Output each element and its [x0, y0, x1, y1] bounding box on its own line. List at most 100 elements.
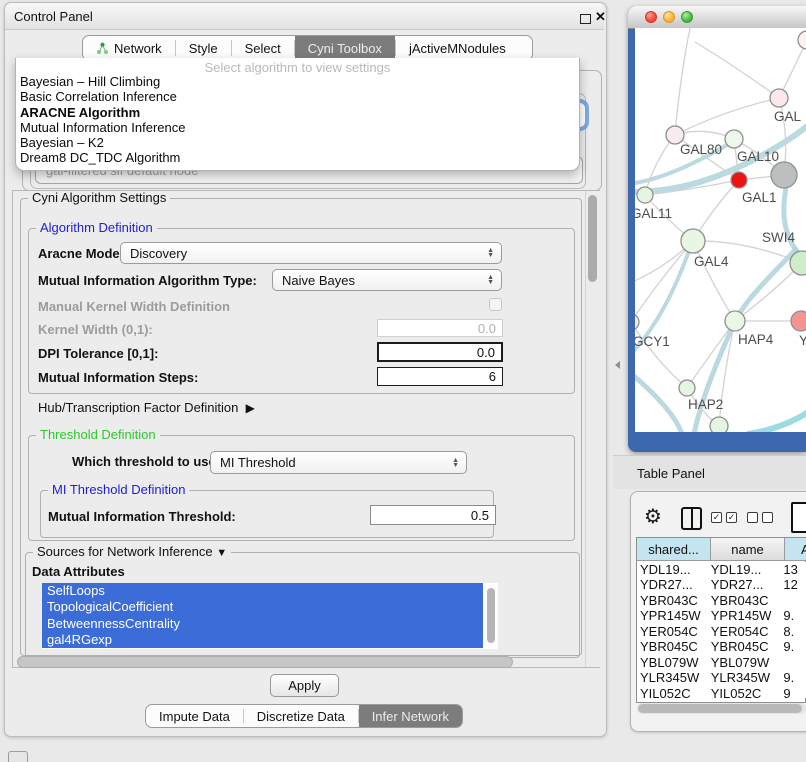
- table-row[interactable]: YBR045CYBR045C9.: [637, 639, 806, 654]
- manual-kernel-checkbox[interactable]: [489, 298, 502, 311]
- zoom-traffic-light-icon[interactable]: [681, 11, 693, 23]
- network-node-gal[interactable]: [770, 89, 788, 107]
- table-row[interactable]: YIL052CYIL052C9: [637, 686, 806, 699]
- table-cell: [779, 593, 806, 608]
- table-row[interactable]: YBR043CYBR043C: [637, 593, 806, 608]
- tab-discretize-data[interactable]: Discretize Data: [244, 705, 358, 727]
- network-node-gcy1[interactable]: [635, 314, 639, 330]
- which-threshold-combobox[interactable]: MI Threshold ▲▼: [210, 451, 467, 474]
- deselect-all-columns-icon[interactable]: [747, 512, 773, 523]
- column-header-third[interactable]: A: [785, 538, 806, 561]
- data-attributes-label: Data Attributes: [32, 564, 125, 579]
- network-node[interactable]: [771, 162, 797, 188]
- attribute-item-gal4rgexp[interactable]: gal4RGexp: [42, 632, 483, 648]
- tab-select[interactable]: Select: [232, 36, 294, 60]
- close-traffic-light-icon[interactable]: [645, 11, 657, 23]
- minimized-panel-button[interactable]: [8, 751, 28, 762]
- checked-box-icon: ✓: [711, 512, 722, 523]
- network-canvas[interactable]: GALGAL80GAL10GAL1GAL11GAL4SWI4GCY1HAP4YH…: [635, 28, 806, 432]
- minimize-traffic-light-icon[interactable]: [663, 11, 675, 23]
- table-cell: YIL052C: [637, 686, 708, 699]
- tab-cyni-toolbox[interactable]: Cyni Toolbox: [295, 36, 395, 60]
- node-label: GAL80: [680, 142, 722, 157]
- sources-title-label: Sources for Network Inference: [37, 544, 213, 559]
- settings-vertical-scrollbar-thumb[interactable]: [588, 195, 597, 282]
- apply-button[interactable]: Apply: [270, 674, 339, 697]
- attribute-item-betweennesscentrality[interactable]: BetweennessCentrality: [42, 616, 483, 632]
- split-pane-arrow-icon[interactable]: [615, 361, 620, 369]
- kernel-width-field[interactable]: 0.0: [377, 319, 503, 337]
- tab-impute-data[interactable]: Impute Data: [146, 705, 243, 727]
- table-cell: 9.: [779, 670, 806, 685]
- table-row[interactable]: YPR145WYPR145W9.: [637, 608, 806, 623]
- algorithm-option-bayesian-hill-climbing[interactable]: Bayesian – Hill Climbing: [16, 74, 579, 89]
- table-cell: 12: [779, 577, 806, 592]
- algorithm-option-basic-correlation-inference[interactable]: Basic Correlation Inference: [16, 89, 579, 104]
- dpi-tolerance-field[interactable]: 0.0: [377, 342, 503, 362]
- cyni-algorithm-settings-title: Cyni Algorithm Settings: [28, 191, 170, 205]
- mi-type-combobox[interactable]: Naive Bayes ▲▼: [272, 269, 502, 291]
- network-node-gal11[interactable]: [637, 187, 653, 203]
- kernel-width-label: Kernel Width (0,1):: [38, 322, 153, 337]
- attribute-item-topologicalcoefficient[interactable]: TopologicalCoefficient: [42, 599, 483, 615]
- network-node-gal10[interactable]: [725, 130, 743, 148]
- table-row[interactable]: YER054CYER054C8.: [637, 624, 806, 639]
- dpi-tolerance-label: DPI Tolerance [0,1]:: [38, 346, 158, 361]
- attribute-item-selfloops[interactable]: SelfLoops: [42, 583, 483, 599]
- tab-label: Network: [114, 41, 162, 56]
- table-row[interactable]: YDR27...YDR27...12: [637, 577, 806, 592]
- combo-arrows-icon: ▲▼: [487, 243, 494, 263]
- combo-arrows-icon: ▲▼: [452, 452, 459, 473]
- mi-steps-field[interactable]: 6: [377, 367, 503, 386]
- settings-horizontal-scrollbar-thumb[interactable]: [17, 656, 513, 668]
- column-header-name[interactable]: name: [711, 538, 785, 561]
- tab-label: Select: [245, 41, 281, 56]
- select-all-columns-icon[interactable]: ✓ ✓: [711, 512, 737, 523]
- node-label: HAP4: [738, 332, 774, 347]
- collapse-down-icon: ▼: [216, 547, 227, 559]
- algorithm-option-aracne-algorithm[interactable]: ARACNE Algorithm: [16, 105, 579, 120]
- expand-right-icon: ▶: [246, 401, 255, 415]
- table-cell: 9.: [779, 639, 806, 654]
- sources-group-title[interactable]: Sources for Network Inference ▼: [33, 545, 231, 560]
- manual-kernel-label: Manual Kernel Width Definition: [38, 299, 230, 314]
- dropdown-prompt: Select algorithm to view settings: [16, 58, 579, 74]
- table-row[interactable]: YBL079WYBL079W: [637, 655, 806, 670]
- network-node-y[interactable]: [791, 311, 806, 331]
- network-node-hap2[interactable]: [679, 380, 695, 396]
- aracne-mode-label: Aracne Mode:: [38, 246, 124, 261]
- network-node[interactable]: [710, 417, 728, 432]
- hub-definition-toggle[interactable]: Hub/Transcription Factor Definition ▶: [38, 400, 255, 415]
- columns-icon[interactable]: [681, 507, 702, 530]
- table-cell: [779, 655, 806, 670]
- algorithm-option-bayesian-k2[interactable]: Bayesian – K2: [16, 135, 579, 150]
- algorithm-option-dream8-dc-tdc-algorithm[interactable]: Dream8 DC_TDC Algorithm: [16, 150, 579, 165]
- table-row[interactable]: YLR345WYLR345W9.: [637, 670, 806, 685]
- tab-style[interactable]: Style: [176, 36, 231, 60]
- network-node[interactable]: [798, 31, 806, 49]
- aracne-mode-combobox[interactable]: Discovery ▲▼: [120, 242, 502, 264]
- list-scrollbar-thumb[interactable]: [487, 588, 495, 643]
- mi-threshold-field[interactable]: 0.5: [370, 505, 496, 525]
- desktop: Control Panel ✕ NetworkStyleSelectCyni T…: [0, 0, 806, 762]
- new-table-file-icon[interactable]: [791, 502, 806, 533]
- tab-infer-network[interactable]: Infer Network: [359, 705, 462, 727]
- network-node-gal1[interactable]: [731, 172, 747, 188]
- tab-label: Infer Network: [372, 709, 449, 724]
- gear-icon[interactable]: ⚙: [644, 504, 662, 528]
- float-window-icon[interactable]: [580, 14, 591, 24]
- tab-jactivemnodules[interactable]: jActiveMNodules: [396, 36, 519, 60]
- close-icon[interactable]: ✕: [595, 9, 606, 25]
- column-header-shared[interactable]: shared...: [637, 538, 711, 561]
- table-cell: YER054C: [637, 624, 708, 639]
- table-cell: YBR045C: [708, 639, 780, 654]
- network-node-hap4[interactable]: [725, 311, 745, 331]
- table-cell: YBR045C: [637, 639, 708, 654]
- table-rows: YDL19...YDL19...13YDR27...YDR27...12YBR0…: [637, 562, 806, 698]
- tab-network[interactable]: Network: [83, 36, 175, 60]
- table-horizontal-scrollbar-thumb[interactable]: [638, 704, 802, 713]
- threshold-definition-title: Threshold Definition: [36, 428, 160, 442]
- network-node-gal4[interactable]: [681, 229, 705, 253]
- algorithm-option-mutual-information-inference[interactable]: Mutual Information Inference: [16, 120, 579, 135]
- table-row[interactable]: YDL19...YDL19...13: [637, 562, 806, 577]
